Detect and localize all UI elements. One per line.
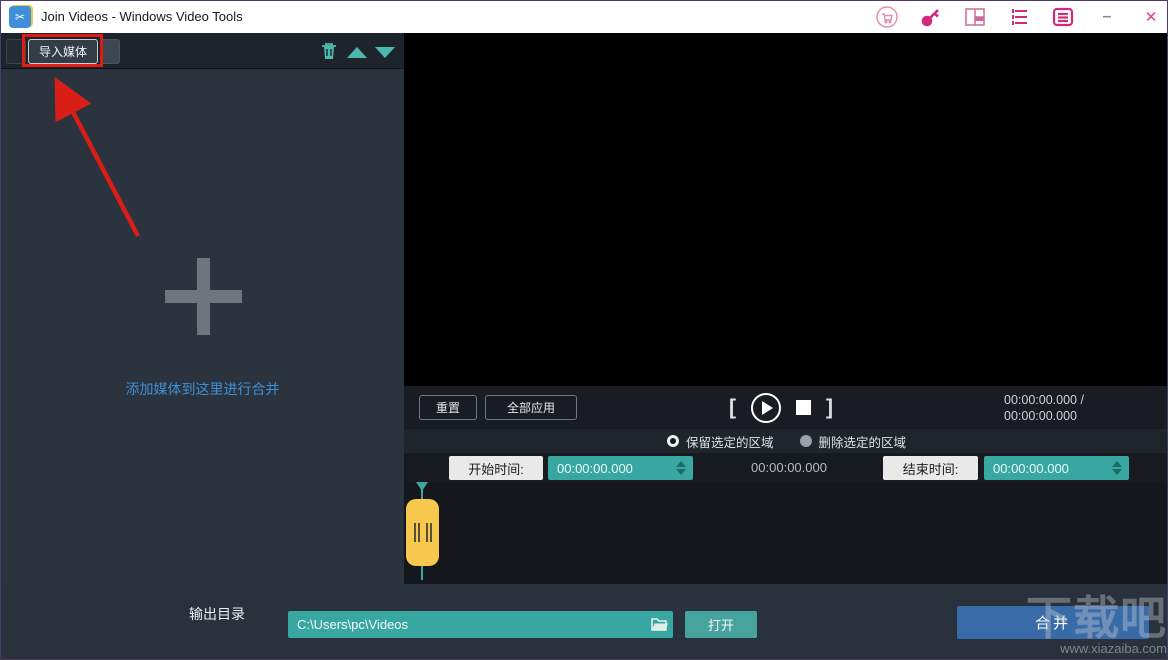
timeline[interactable]: [404, 482, 1168, 584]
spinner-down-icon[interactable]: [676, 469, 686, 475]
time-current: 00:00:00.000 /: [1004, 392, 1084, 408]
time-display: 00:00:00.000 / 00:00:00.000: [1004, 392, 1084, 424]
reset-button[interactable]: 重置: [419, 395, 477, 420]
handle-grip: [414, 523, 416, 542]
merge-button[interactable]: 合并: [957, 606, 1149, 639]
play-button[interactable]: [751, 393, 781, 423]
playhead-marker-icon[interactable]: [416, 482, 428, 491]
handle-grip: [430, 523, 432, 542]
region-mode-row: 保留选定的区域 删除选定的区域: [404, 429, 1168, 453]
end-time-label-button[interactable]: 结束时间:: [883, 456, 978, 480]
output-dir-field: [288, 611, 673, 638]
radio-unselected-icon: [800, 435, 812, 447]
radio-selected-icon: [667, 435, 679, 447]
close-button[interactable]: ✕: [1139, 5, 1163, 29]
current-position-time: 00:00:00.000: [734, 460, 844, 475]
handle-grip: [418, 523, 420, 542]
trim-handle[interactable]: [406, 499, 439, 566]
annotation-highlight-box: [22, 34, 103, 67]
mark-out-bracket[interactable]: ]: [826, 396, 833, 420]
open-folder-button[interactable]: 打开: [685, 611, 757, 638]
store-cart-icon[interactable]: [875, 5, 899, 29]
drop-hint-text: 添加媒体到这里进行合并: [1, 379, 404, 399]
playback-control-bar: 重置 全部应用 [ ] 00:00:00.000 / 00:00:00.000: [404, 386, 1168, 429]
mark-in-bracket[interactable]: [: [729, 396, 736, 420]
delete-region-radio[interactable]: 删除选定的区域: [800, 432, 907, 451]
spinner-up-icon[interactable]: [1112, 461, 1122, 467]
apply-all-button[interactable]: 全部应用: [485, 395, 577, 420]
titlebar: ✂ Join Videos - Windows Video Tools: [1, 1, 1168, 33]
app-window: ✂ Join Videos - Windows Video Tools: [0, 0, 1168, 660]
move-down-icon[interactable]: [375, 47, 395, 58]
trim-time-row: 开始时间: 00:00:00.000 结束时间:: [404, 453, 1168, 482]
start-time-label-button[interactable]: 开始时间:: [449, 456, 543, 480]
end-time-spinner[interactable]: [1110, 458, 1124, 478]
video-preview[interactable]: [404, 33, 1168, 386]
play-icon: [762, 401, 773, 415]
stop-button[interactable]: [796, 400, 811, 415]
menu-list-icon[interactable]: [1051, 5, 1075, 29]
window-title: Join Videos - Windows Video Tools: [41, 9, 243, 24]
layout-panels-icon[interactable]: [963, 5, 987, 29]
media-list-panel[interactable]: 添加媒体到这里进行合并: [1, 69, 404, 584]
effects-sliders-icon[interactable]: [1007, 5, 1031, 29]
annotation-arrow: [21, 71, 181, 271]
end-time-input[interactable]: [984, 456, 1129, 480]
move-up-icon[interactable]: [347, 47, 367, 58]
spinner-down-icon[interactable]: [1112, 469, 1122, 475]
app-logo-scissors-icon: ✂: [9, 6, 31, 28]
keep-region-radio[interactable]: 保留选定的区域: [667, 432, 774, 451]
browse-folder-icon[interactable]: [650, 616, 668, 632]
start-time-input[interactable]: [548, 456, 693, 480]
add-media-plus-icon-vertical: [197, 258, 210, 335]
spinner-up-icon[interactable]: [676, 461, 686, 467]
time-total: 00:00:00.000: [1004, 408, 1084, 424]
output-dir-label: 输出目录: [189, 604, 245, 624]
keep-region-label: 保留选定的区域: [686, 432, 774, 451]
delete-region-label: 删除选定的区域: [819, 432, 907, 451]
minimize-button[interactable]: –: [1095, 5, 1119, 29]
handle-grip: [426, 523, 428, 542]
import-group-right-segment[interactable]: [100, 39, 120, 64]
start-time-spinner[interactable]: [674, 458, 688, 478]
key-register-icon[interactable]: [919, 5, 943, 29]
media-toolbar: 导入媒体: [1, 33, 404, 69]
delete-clip-icon[interactable]: [319, 41, 339, 61]
output-dir-input[interactable]: [288, 611, 673, 638]
output-bar: 输出目录 打开 合并: [1, 584, 1168, 660]
